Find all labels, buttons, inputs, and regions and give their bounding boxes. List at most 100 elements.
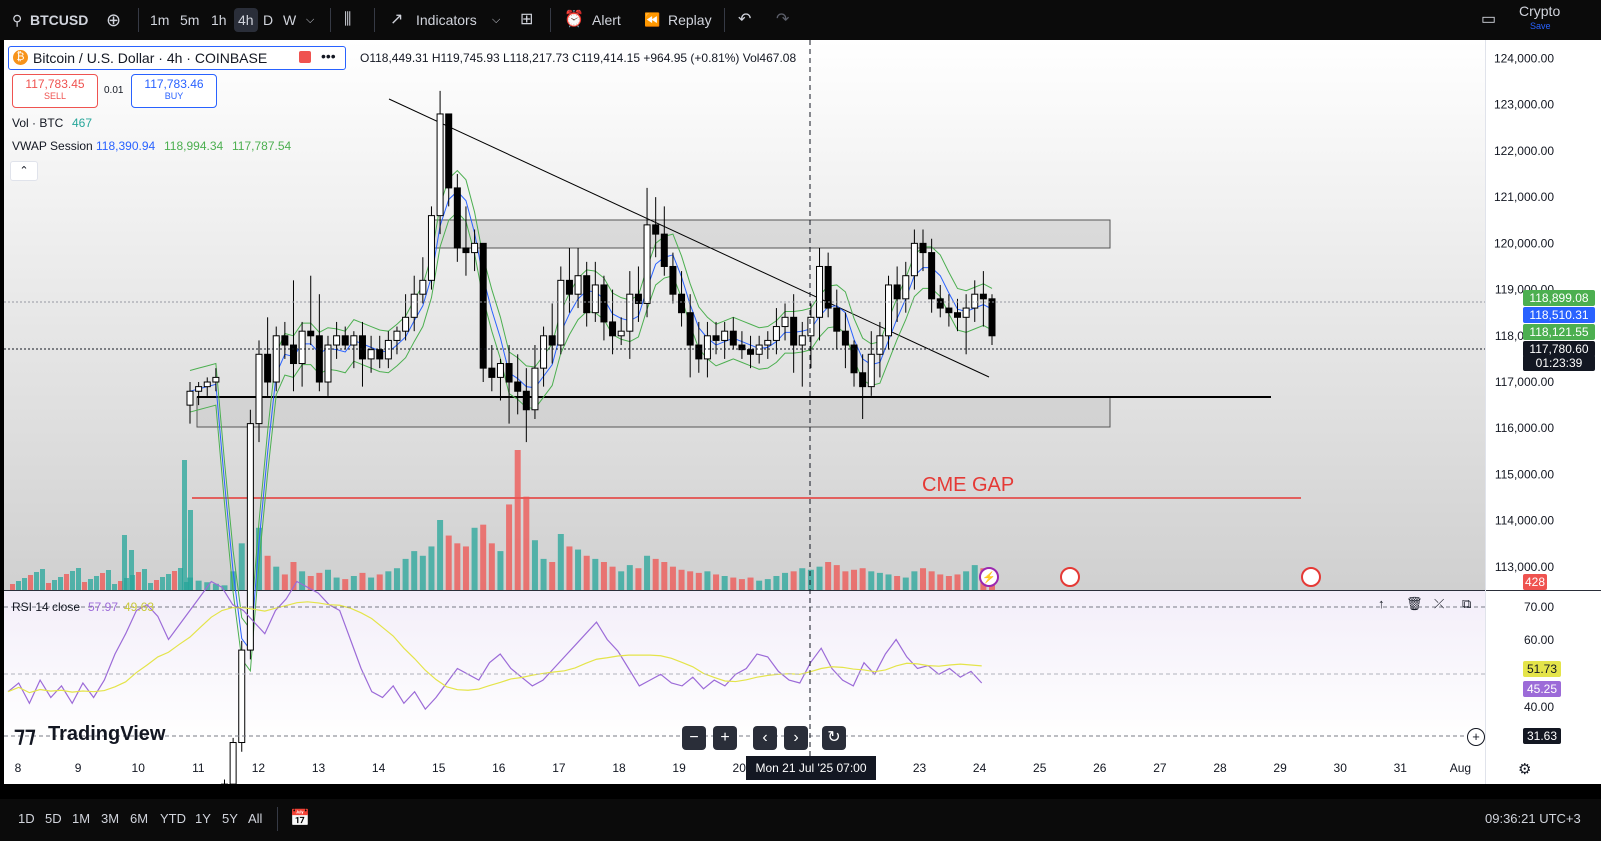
- volume-bar: [928, 571, 935, 590]
- candle-body: [462, 247, 470, 254]
- interval-1h[interactable]: 1h: [211, 8, 227, 32]
- candle-body: [686, 312, 694, 346]
- rsi-legend-label[interactable]: RSI 14 close: [12, 600, 80, 614]
- candle-body: [203, 381, 211, 388]
- alert-button[interactable]: Alert: [592, 8, 621, 32]
- symbol-name[interactable]: BTCUSD: [30, 8, 88, 32]
- volume-bar: [764, 579, 771, 590]
- symbol-search-icon[interactable]: ⚲: [12, 8, 22, 32]
- economic-event-flag-icon-2[interactable]: [1301, 567, 1321, 587]
- candle-body: [333, 335, 341, 346]
- volume-bar: [894, 576, 901, 590]
- indicators-button[interactable]: Indicators: [416, 8, 477, 32]
- time-axis-settings-gear-icon[interactable]: ⚙: [1518, 760, 1531, 778]
- delete-pane-trash-icon[interactable]: 🗑: [1406, 596, 1423, 612]
- alert-clock-icon[interactable]: ⏰: [564, 8, 584, 32]
- interval-1m[interactable]: 1m: [150, 8, 169, 32]
- volume-bar: [462, 546, 469, 590]
- vwap-legend-label[interactable]: VWAP Session: [12, 139, 93, 153]
- vwap-upper-price-label: 118,899.08: [1523, 290, 1595, 306]
- indicators-chevron-down-icon[interactable]: ⌵: [492, 8, 500, 32]
- indicators-icon[interactable]: ↗: [390, 8, 403, 32]
- volume-bar: [540, 558, 547, 590]
- volume-bar: [70, 571, 75, 590]
- replay-icon[interactable]: ⏪: [644, 8, 660, 32]
- volume-bar: [523, 496, 530, 590]
- buy-price: 117,783.46: [144, 77, 204, 91]
- reset-chart-icon[interactable]: ↻: [822, 726, 846, 750]
- fullscreen-icon[interactable]: ▭: [1481, 8, 1496, 32]
- interval-chevron-down-icon[interactable]: ⌵: [306, 8, 314, 32]
- candle-body: [729, 330, 737, 346]
- interval-4h[interactable]: 4h: [234, 8, 258, 32]
- sell-button[interactable]: 117,783.45 SELL: [12, 74, 98, 108]
- maximize-pane-icon[interactable]: ⧉: [1462, 596, 1471, 612]
- move-pane-up-arrow-icon[interactable]: ↑: [1378, 596, 1385, 611]
- range-ytd[interactable]: YTD: [160, 811, 186, 826]
- range-1d[interactable]: 1D: [18, 811, 35, 826]
- spread-value: 0.01: [104, 85, 124, 96]
- volume-bar: [859, 568, 866, 590]
- price-tick-label: 117,000.00: [1495, 375, 1554, 389]
- replay-button[interactable]: Replay: [668, 8, 712, 32]
- interval-5m[interactable]: 5m: [180, 8, 199, 32]
- interval-d[interactable]: D: [263, 8, 273, 32]
- time-tick-label: 14: [372, 761, 386, 775]
- rsi-legend-value: 57.97: [88, 600, 119, 614]
- layouts-grid-icon[interactable]: ⊞: [520, 8, 533, 32]
- range-3m[interactable]: 3M: [101, 811, 119, 826]
- range-5y[interactable]: 5Y: [222, 811, 238, 826]
- more-options-icon[interactable]: •••: [321, 48, 336, 64]
- candle-body: [410, 293, 418, 318]
- volume-bar: [142, 569, 147, 590]
- range-all[interactable]: All: [248, 811, 262, 826]
- volume-bar: [238, 543, 245, 590]
- undo-icon[interactable]: ↶: [738, 8, 751, 32]
- volume-bar: [549, 562, 556, 590]
- scroll-left-chevron-icon[interactable]: ‹: [753, 726, 777, 750]
- volume-price-label: 428: [1523, 574, 1547, 590]
- scroll-right-chevron-icon[interactable]: ›: [784, 726, 808, 750]
- resistance-zone[interactable]: [431, 219, 1111, 249]
- time-tick-label: 9: [75, 761, 82, 775]
- range-6m[interactable]: 6M: [130, 811, 148, 826]
- zoom-out-minus-icon[interactable]: −: [682, 726, 706, 750]
- volume-bar: [273, 566, 280, 590]
- volume-bar: [359, 572, 366, 590]
- timezone-clock[interactable]: 09:36:21 UTC+3: [1485, 811, 1581, 826]
- candle-body: [867, 353, 875, 388]
- interval-w[interactable]: W: [283, 8, 296, 32]
- symbol-legend-box[interactable]: ₿ Bitcoin / U.S. Dollar · 4h · COINBASE …: [8, 46, 346, 70]
- economic-event-flag-icon[interactable]: [1060, 567, 1080, 587]
- volume-bar: [136, 572, 141, 590]
- volume-legend-label[interactable]: Vol · BTC: [12, 116, 63, 130]
- range-1y[interactable]: 1Y: [195, 811, 211, 826]
- support-zone[interactable]: [196, 396, 1111, 428]
- compare-plus-icon[interactable]: ⊕: [106, 8, 121, 32]
- redo-icon[interactable]: ↷: [776, 8, 789, 32]
- range-1m[interactable]: 1M: [72, 811, 90, 826]
- collapse-legend-chevron-up-icon[interactable]: ⌃: [10, 161, 38, 181]
- candles-style-icon[interactable]: ⫼: [344, 8, 351, 32]
- volume-bar: [471, 527, 478, 590]
- chart-area[interactable]: 113,000.00 114,000.00 115,000.00 116,000.00…: [4, 40, 1601, 798]
- buy-button[interactable]: 117,783.46 BUY: [131, 74, 217, 108]
- volume-bar: [954, 574, 961, 590]
- price-axis[interactable]: 113,000.00 114,000.00 115,000.00 116,000.00…: [1494, 51, 1554, 714]
- candle-body: [522, 390, 530, 411]
- range-5d[interactable]: 5D: [45, 811, 62, 826]
- market-status-icon[interactable]: [299, 51, 311, 63]
- date-range-calendar-icon[interactable]: 📅: [290, 808, 310, 828]
- cme-gap-label: CME GAP: [922, 474, 1015, 496]
- candle-body: [496, 363, 504, 378]
- candle-body: [781, 316, 789, 328]
- time-tick-label: 8: [15, 761, 22, 775]
- zoom-in-plus-icon[interactable]: +: [713, 726, 737, 750]
- candle-body: [841, 330, 849, 346]
- candle-body: [893, 284, 901, 300]
- add-alert-plus-icon[interactable]: +: [1467, 728, 1485, 746]
- collapse-pane-icon[interactable]: ⤫: [1434, 596, 1444, 612]
- volume-bar: [592, 558, 599, 590]
- volume-bar: [350, 576, 357, 590]
- candle-body: [514, 381, 522, 392]
